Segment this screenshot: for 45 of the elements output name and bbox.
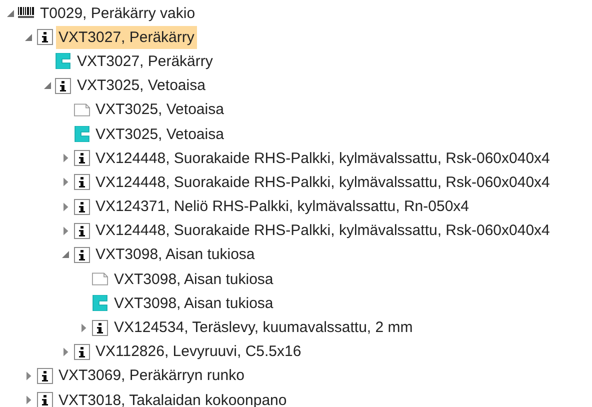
tree-item[interactable]: VX124534, Teräslevy, kuumavalssattu, 2 mm: [111, 316, 416, 340]
tree-item[interactable]: T0029, Peräkärry vakio: [37, 2, 198, 25]
tree-item[interactable]: VXT3069, Peräkärryn runko: [56, 364, 248, 388]
collapsed-arrow-icon[interactable]: [26, 395, 32, 406]
tree-item[interactable]: VX124448, Suorakaide RHS-Palkki, kylmävalssattu, Rsk-060x040x4: [92, 146, 553, 170]
collapsed-arrow-icon[interactable]: [62, 346, 68, 357]
tree-item[interactable]: VX112826, Levyruuvi, C5.5x16: [92, 340, 304, 364]
expanded-arrow-icon[interactable]: [25, 34, 32, 41]
collapsed-arrow-icon[interactable]: [62, 202, 68, 212]
collapsed-arrow-icon[interactable]: [81, 322, 87, 333]
info-icon: [36, 368, 52, 384]
info-icon: [74, 150, 90, 166]
info-icon: [74, 246, 90, 263]
expanded-arrow-icon[interactable]: [44, 82, 50, 90]
info-icon: [55, 78, 71, 94]
tree-item[interactable]: VX124448, Suorakaide RHS-Palkki, kylmävalssattu, Rsk-060x040x4: [92, 170, 553, 194]
info-icon: [74, 344, 90, 360]
tree-item[interactable]: VXT3027, Peräkärry: [56, 26, 198, 49]
tree-item[interactable]: VXT3098, Aisan tukiosa: [111, 268, 276, 291]
tree-item[interactable]: VXT3025, Vetoaisa: [92, 122, 227, 146]
tree-item[interactable]: VXT3025, Vetoaisa: [74, 74, 208, 98]
info-icon: [74, 174, 90, 190]
collapsed-arrow-icon[interactable]: [62, 177, 68, 188]
info-icon: [36, 392, 52, 407]
bracket-icon: [92, 295, 108, 312]
tree-item[interactable]: VXT3098, Aisan tukiosa: [92, 243, 258, 266]
info-icon: [74, 198, 90, 215]
collapsed-arrow-icon[interactable]: [62, 153, 68, 164]
bracket-icon: [55, 53, 71, 70]
tree-item[interactable]: VXT3098, Aisan tukiosa: [111, 292, 276, 315]
tree-item[interactable]: VXT3025, Vetoaisa: [92, 98, 227, 122]
barcode-icon: [18, 6, 34, 20]
document-icon: [92, 272, 108, 286]
document-icon: [74, 102, 90, 117]
expanded-arrow-icon[interactable]: [6, 10, 14, 17]
collapsed-arrow-icon[interactable]: [26, 370, 32, 381]
bracket-icon: [74, 126, 90, 142]
info-icon: [36, 29, 52, 46]
info-icon: [74, 222, 90, 239]
collapsed-arrow-icon[interactable]: [62, 226, 68, 236]
tree-item[interactable]: VX124448, Suorakaide RHS-Palkki, kylmävalssattu, Rsk-060x040x4: [92, 219, 553, 242]
expanded-arrow-icon[interactable]: [62, 251, 69, 258]
tree-item[interactable]: VX124371, Neliö RHS-Palkki, kylmävalssattu, Rn-050x4: [92, 195, 472, 218]
info-icon: [92, 320, 108, 336]
tree-item[interactable]: VXT3027, Peräkärry: [74, 50, 216, 73]
